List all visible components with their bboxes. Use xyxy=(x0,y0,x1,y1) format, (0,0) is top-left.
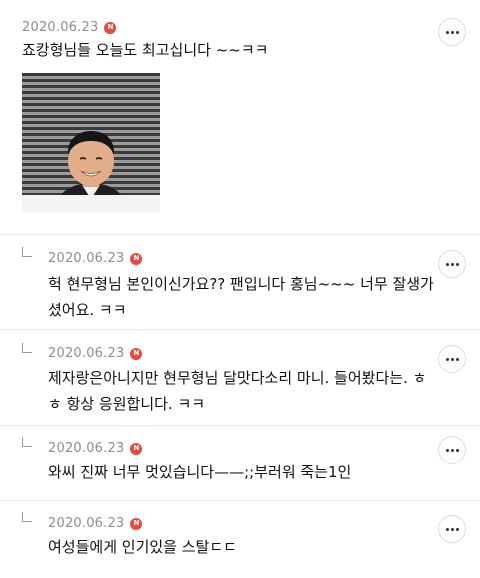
comment-text-line: 셨어요. ㅋㅋ xyxy=(48,301,127,319)
more-horizontal-icon xyxy=(445,527,449,531)
more-horizontal-icon xyxy=(445,357,449,361)
more-options-button[interactable] xyxy=(438,250,466,278)
comment-date: 2020.06.23 xyxy=(48,346,125,361)
comment-meta: 2020.06.23 N xyxy=(48,251,143,266)
comment-meta: 2020.06.23 N xyxy=(48,516,143,531)
more-horizontal-icon xyxy=(445,30,449,34)
more-options-button[interactable] xyxy=(438,436,466,464)
comment-text-line: 제자랑은아니지만 현무형님 달맛다소리 마니. 들어봤다는. ㅎ xyxy=(48,369,427,387)
comment-date: 2020.06.23 xyxy=(48,251,125,266)
comment-date: 2020.06.23 xyxy=(48,516,125,531)
more-options-button[interactable] xyxy=(438,345,466,373)
comment-text: 와씨 진짜 너무 멋있습니다——;;부러워 죽는1인 xyxy=(48,463,352,481)
comment-text: 죠캉형님들 오늘도 최고십니다 ~~ㅋㅋ xyxy=(22,41,269,59)
person-photo xyxy=(52,131,130,213)
comment-text: 제자랑은아니지만 현무형님 달맛다소리 마니. 들어봤다는. ㅎ ㅎ 항상 응원… xyxy=(48,365,426,417)
reply-item: 2020.06.23 N 제자랑은아니지만 현무형님 달맛다소리 마니. 들어봤… xyxy=(0,329,480,425)
more-horizontal-icon xyxy=(445,448,449,452)
more-horizontal-icon xyxy=(445,262,449,266)
more-options-button[interactable] xyxy=(438,18,466,46)
comment-meta: 2020.06.23 N xyxy=(22,20,117,35)
comment-text: 헉 현무형님 본인이신가요?? 팬입니다 홍님~~~ 너무 잘생가 셨어요. ㅋ… xyxy=(48,271,434,323)
reply-item: 2020.06.23 N 여성들에게 인기있을 스탈ㄷㄷ xyxy=(0,500,480,578)
new-badge-icon: N xyxy=(130,347,143,360)
comment-photo[interactable] xyxy=(22,73,160,213)
new-badge-icon: N xyxy=(130,442,143,455)
more-options-button[interactable] xyxy=(438,515,466,543)
reply-corner-icon xyxy=(22,247,32,257)
comment-date: 2020.06.23 xyxy=(48,441,125,456)
comment-text-line: 헉 현무형님 본인이신가요?? 팬입니다 홍님~~~ 너무 잘생가 xyxy=(48,275,434,293)
new-badge-icon: N xyxy=(130,517,143,530)
reply-item: 2020.06.23 N 헉 현무형님 본인이신가요?? 팬입니다 홍님~~~ … xyxy=(0,234,480,329)
new-badge-icon: N xyxy=(130,252,143,265)
new-badge-icon: N xyxy=(104,21,117,34)
comment-meta: 2020.06.23 N xyxy=(48,346,143,361)
comment-meta: 2020.06.23 N xyxy=(48,441,143,456)
reply-corner-icon xyxy=(22,343,32,353)
comment-item: 2020.06.23 N 죠캉형님들 오늘도 최고십니다 ~~ㅋㅋ xyxy=(0,0,480,234)
reply-item: 2020.06.23 N 와씨 진짜 너무 멋있습니다——;;부러워 죽는1인 xyxy=(0,425,480,500)
comment-text: 여성들에게 인기있을 스탈ㄷㄷ xyxy=(48,538,237,556)
reply-corner-icon xyxy=(22,512,32,522)
reply-corner-icon xyxy=(22,437,32,447)
comment-text-line: ㅎ 항상 응원합니다. ㅋㅋ xyxy=(48,395,206,413)
comment-date: 2020.06.23 xyxy=(22,20,99,35)
